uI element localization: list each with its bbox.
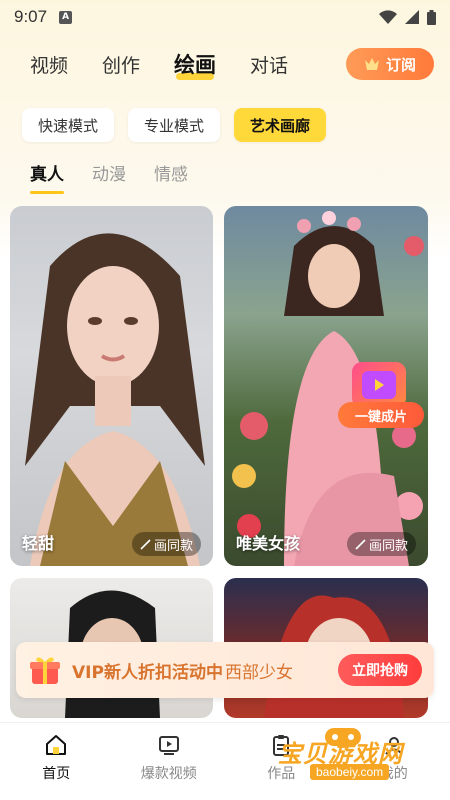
subscribe-label: 订阅 [385,55,416,74]
battery-icon [427,9,436,25]
tab-emotion[interactable]: 情感 [154,160,188,185]
watermark-url: baobeiy.com [310,764,390,780]
draw-same-button[interactable]: 画同款 [346,532,416,556]
notification-icon: A [59,10,73,24]
tab-real-person[interactable]: 真人 [30,160,64,194]
card-title-overlap: 西部少女 [224,662,293,683]
site-watermark: 宝贝游戏网 baobeiy.com [278,728,428,794]
gift-icon [30,657,60,684]
crown-icon [364,58,379,70]
status-icons [379,9,436,25]
video-icon [158,736,179,755]
tab-chat[interactable]: 对话 [250,51,288,78]
portrait-image [25,233,205,566]
one-click-video-button[interactable]: 一键成片 [338,362,424,434]
one-click-video-label: 一键成片 [338,402,424,428]
nav-hot-video[interactable]: 爆款视频 [129,733,209,783]
category-tabs: 真人 动漫 情感 [30,160,188,194]
card-title: 轻甜 [22,534,55,553]
mode-selector: 快速模式 专业模式 艺术画廊 [22,108,327,142]
mode-gallery-button[interactable]: 艺术画廊 [234,108,327,142]
vip-promo-banner[interactable]: VIP新人折扣活动中 西部少女 立即抢购 [16,642,434,698]
gallery-card[interactable]: 轻甜 画同款 [10,206,213,566]
mode-pro-button[interactable]: 专业模式 [128,108,221,142]
nav-home[interactable]: 首页 [16,733,96,783]
draw-same-button[interactable]: 画同款 [131,532,201,556]
tab-video[interactable]: 视频 [30,51,68,78]
brush-icon [140,538,151,550]
nav-hot-video-label: 爆款视频 [140,766,197,782]
tab-anime[interactable]: 动漫 [92,160,126,185]
wifi-icon [379,10,397,24]
draw-same-label: 画同款 [153,538,193,554]
status-time: 9:07 [14,7,48,26]
top-nav: 视频 创作 绘画 对话 [30,48,288,80]
home-icon [46,735,67,755]
draw-same-label: 画同款 [368,538,408,554]
signal-icon [405,10,419,24]
tab-painting[interactable]: 绘画 [174,49,216,80]
brush-icon [355,538,366,550]
nav-home-label: 首页 [42,766,71,782]
tab-create[interactable]: 创作 [102,51,140,78]
buy-now-button[interactable]: 立即抢购 [338,654,422,686]
card-title: 唯美女孩 [236,534,301,553]
status-bar: 9:07 A [0,0,450,34]
promo-text: VIP新人折扣活动中 [72,662,223,683]
subscribe-button[interactable]: 订阅 [346,48,434,80]
mode-quick-button[interactable]: 快速模式 [22,108,115,142]
